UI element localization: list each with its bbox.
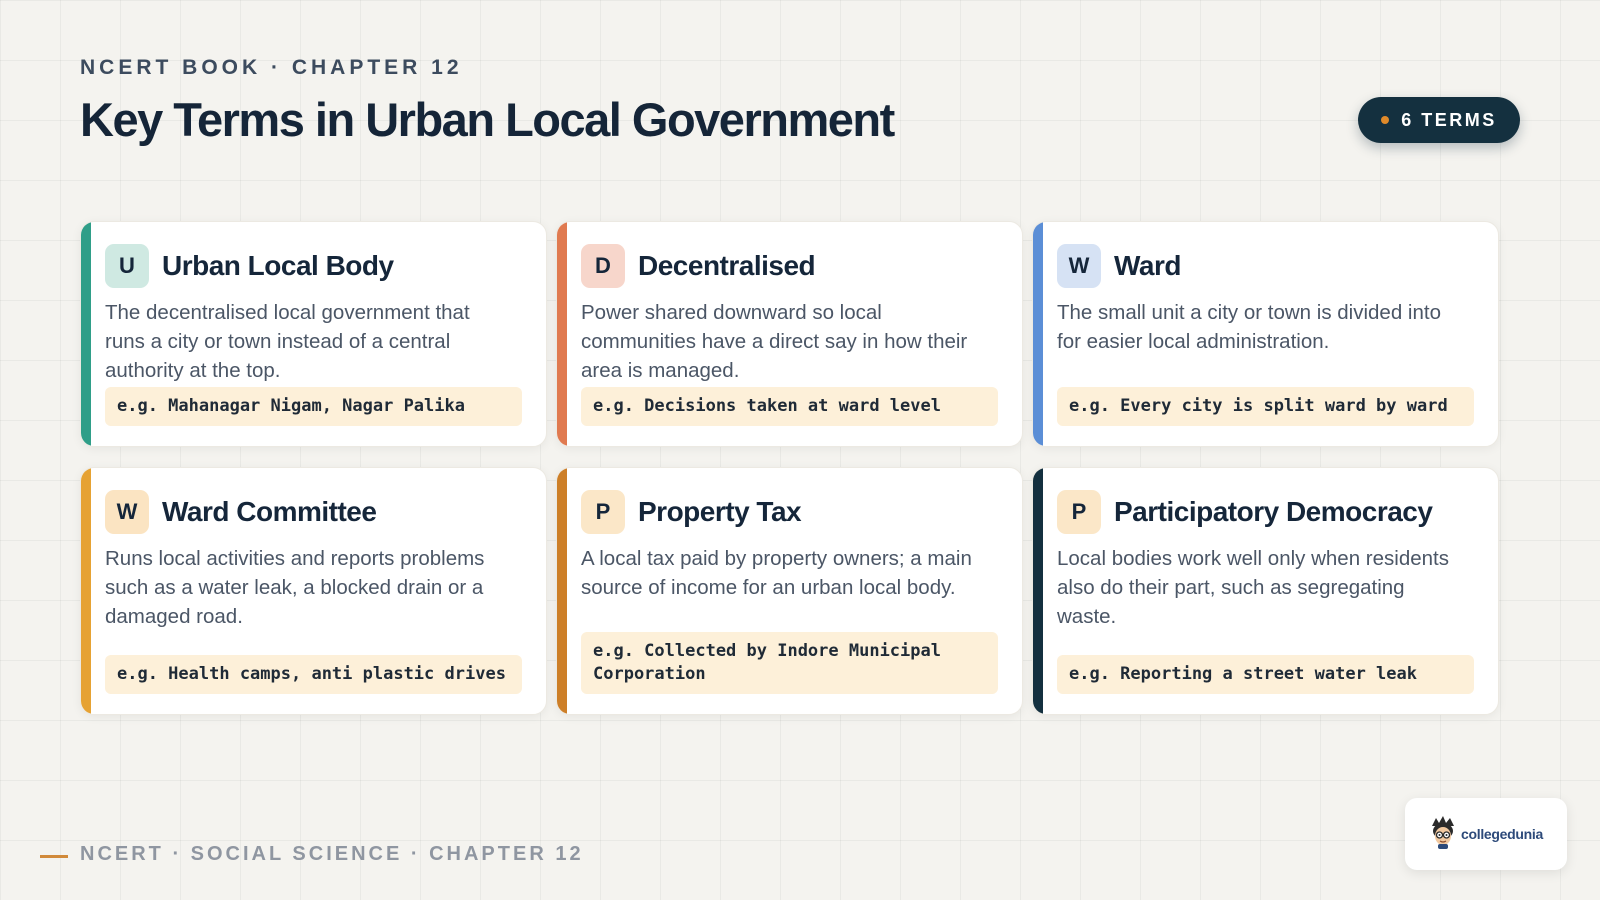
term-initial-badge: P bbox=[1057, 490, 1101, 534]
term-card-ward-committee: W Ward Committee Runs local activities a… bbox=[80, 467, 547, 715]
term-initial-badge: W bbox=[105, 490, 149, 534]
logo-text: collegedunia bbox=[1461, 826, 1543, 842]
term-card-participatory-democracy: P Participatory Democracy Local bodies w… bbox=[1032, 467, 1499, 715]
terms-count-badge: 6 TERMS bbox=[1358, 97, 1520, 143]
term-card-property-tax: P Property Tax A local tax paid by prope… bbox=[556, 467, 1023, 715]
term-initial-badge: W bbox=[1057, 244, 1101, 288]
term-card-ward: W Ward The small unit a city or town is … bbox=[1032, 221, 1499, 447]
brand-logo[interactable]: collegedunia bbox=[1405, 798, 1567, 870]
term-description: The decentralised local government that … bbox=[105, 301, 470, 382]
page-title: Key Terms in Urban Local Government bbox=[80, 93, 895, 146]
card-accent-bar bbox=[81, 222, 91, 446]
mascot-icon bbox=[1429, 815, 1457, 854]
term-initial-badge: U bbox=[105, 244, 149, 288]
term-description: Power shared downward so local communiti… bbox=[581, 301, 968, 382]
term-description: Local bodies work well only when residen… bbox=[1057, 547, 1449, 628]
term-initial-badge: P bbox=[581, 490, 625, 534]
term-example: e.g. Decisions taken at ward level bbox=[581, 387, 998, 426]
term-title: Ward bbox=[1114, 250, 1181, 281]
card-accent-bar bbox=[1033, 468, 1043, 714]
header-kicker: NCERT BOOK · CHAPTER 12 bbox=[80, 56, 463, 79]
term-example: e.g. Reporting a street water leak bbox=[1057, 655, 1474, 694]
card-accent-bar bbox=[1033, 222, 1043, 446]
term-title: Urban Local Body bbox=[162, 250, 394, 281]
term-example: e.g. Mahanagar Nigam, Nagar Palika bbox=[105, 387, 522, 426]
term-title: Ward Committee bbox=[162, 496, 377, 527]
term-title: Property Tax bbox=[638, 496, 802, 527]
term-example: e.g. Every city is split ward by ward bbox=[1057, 387, 1474, 426]
card-accent-bar bbox=[557, 222, 567, 446]
card-accent-bar bbox=[557, 468, 567, 714]
term-initial-badge: D bbox=[581, 244, 625, 288]
term-example: e.g. Health camps, anti plastic drives bbox=[105, 655, 522, 694]
footer-accent-line bbox=[40, 855, 68, 858]
term-description: The small unit a city or town is divided… bbox=[1057, 301, 1441, 353]
term-title: Participatory Democracy bbox=[1114, 496, 1433, 527]
term-example: e.g. Collected by Indore Municipal Corpo… bbox=[581, 632, 998, 694]
term-description: A local tax paid by property owners; a m… bbox=[581, 547, 972, 599]
badge-label: 6 TERMS bbox=[1401, 109, 1497, 130]
term-title: Decentralised bbox=[638, 250, 816, 281]
badge-dot-icon bbox=[1381, 116, 1390, 124]
term-card-urban-local-body: U Urban Local Body The decentralised loc… bbox=[80, 221, 547, 447]
card-accent-bar bbox=[81, 468, 91, 714]
footer-text: NCERT · SOCIAL SCIENCE · CHAPTER 12 bbox=[80, 843, 584, 865]
term-card-decentralised: D Decentralised Power shared downward so… bbox=[556, 221, 1023, 447]
term-description: Runs local activities and reports proble… bbox=[105, 547, 485, 628]
